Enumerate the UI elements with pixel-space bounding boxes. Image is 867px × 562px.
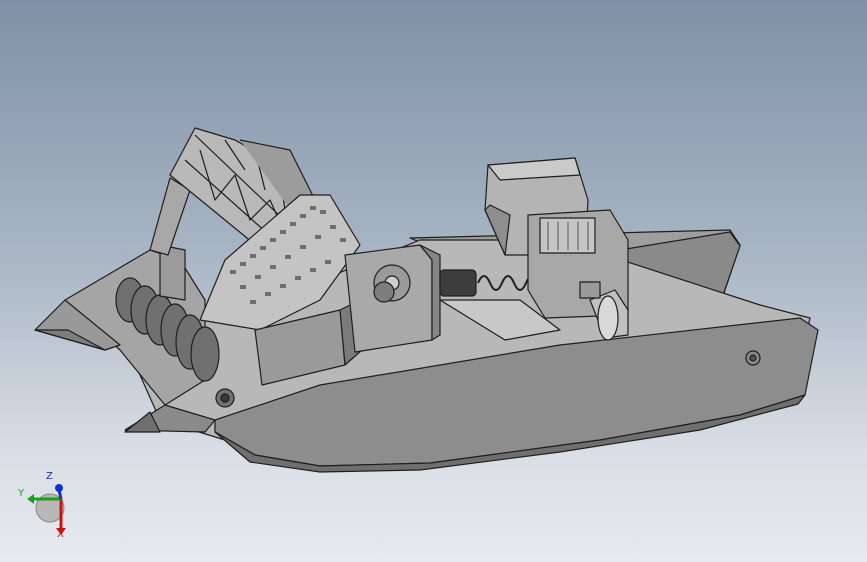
z-axis-label: Z — [46, 471, 53, 482]
y-axis-label: Y — [18, 488, 25, 499]
reference-triad[interactable]: Z Y X — [14, 466, 74, 542]
boat-3d-model[interactable] — [0, 0, 867, 562]
drive-shaft — [439, 269, 477, 297]
x-axis-label: X — [57, 529, 64, 540]
graphics-viewport[interactable]: Z Y X — [0, 0, 867, 562]
